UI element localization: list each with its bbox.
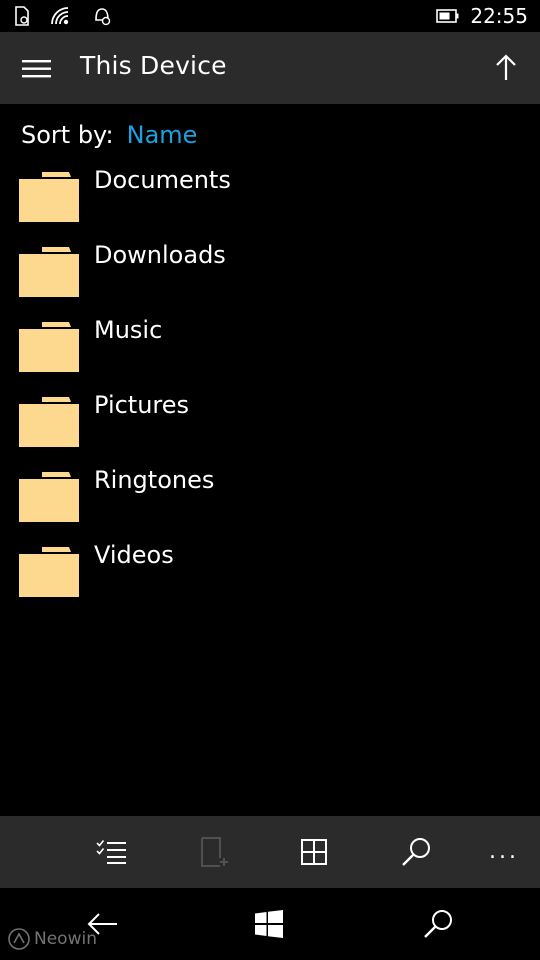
folder-item-ringtones[interactable]: Ringtones (0, 465, 540, 540)
select-icon[interactable] (93, 834, 129, 870)
folder-icon (19, 172, 79, 222)
sort-dropdown[interactable]: Name (127, 121, 198, 149)
battery-icon (436, 9, 460, 23)
neowin-logo-icon (8, 928, 30, 950)
folder-name: Downloads (94, 241, 226, 269)
up-arrow-icon[interactable] (494, 54, 518, 82)
app-bar: ... (0, 816, 540, 888)
folder-icon (19, 247, 79, 297)
folder-item-downloads[interactable]: Downloads (0, 240, 540, 315)
screen: 22:55 This Device Sort by: Name Document… (0, 0, 540, 960)
status-icons-left (14, 6, 112, 26)
folder-name: Music (94, 316, 163, 344)
header-bar: This Device (0, 32, 540, 104)
folder-icon (19, 547, 79, 597)
sort-row: Sort by: Name (21, 121, 197, 149)
folder-item-videos[interactable]: Videos (0, 540, 540, 615)
folder-name: Documents (94, 166, 231, 194)
folder-item-documents[interactable]: Documents (0, 165, 540, 240)
status-icons-right: 22:55 (436, 4, 528, 28)
status-time: 22:55 (470, 4, 528, 28)
folder-name: Ringtones (94, 466, 215, 494)
more-dots: ... (489, 839, 519, 864)
search-icon[interactable] (398, 834, 434, 870)
folder-icon (19, 322, 79, 372)
watermark-text: Neowin (34, 929, 97, 949)
neowin-watermark: Neowin (8, 928, 97, 950)
status-bar: 22:55 (0, 0, 540, 32)
folder-item-music[interactable]: Music (0, 315, 540, 390)
folder-item-pictures[interactable]: Pictures (0, 390, 540, 465)
sim-icon (14, 6, 30, 26)
folder-name: Pictures (94, 391, 190, 419)
page-title: This Device (80, 51, 227, 80)
nav-bar: Neowin (0, 888, 540, 960)
folder-list: Documents Downloads Music Pictures Ringt… (0, 165, 540, 615)
folder-icon (19, 472, 79, 522)
view-icon[interactable] (296, 834, 332, 870)
notification-icon (92, 6, 112, 26)
windows-icon[interactable] (249, 906, 289, 942)
sort-label: Sort by: (21, 121, 114, 149)
more-icon[interactable]: ... (486, 834, 522, 870)
folder-name: Videos (94, 541, 174, 569)
folder-icon (19, 397, 79, 447)
hamburger-icon[interactable] (22, 58, 52, 80)
wifi-icon (50, 6, 72, 26)
new-folder-icon (196, 834, 232, 870)
search-icon[interactable] (418, 906, 458, 942)
